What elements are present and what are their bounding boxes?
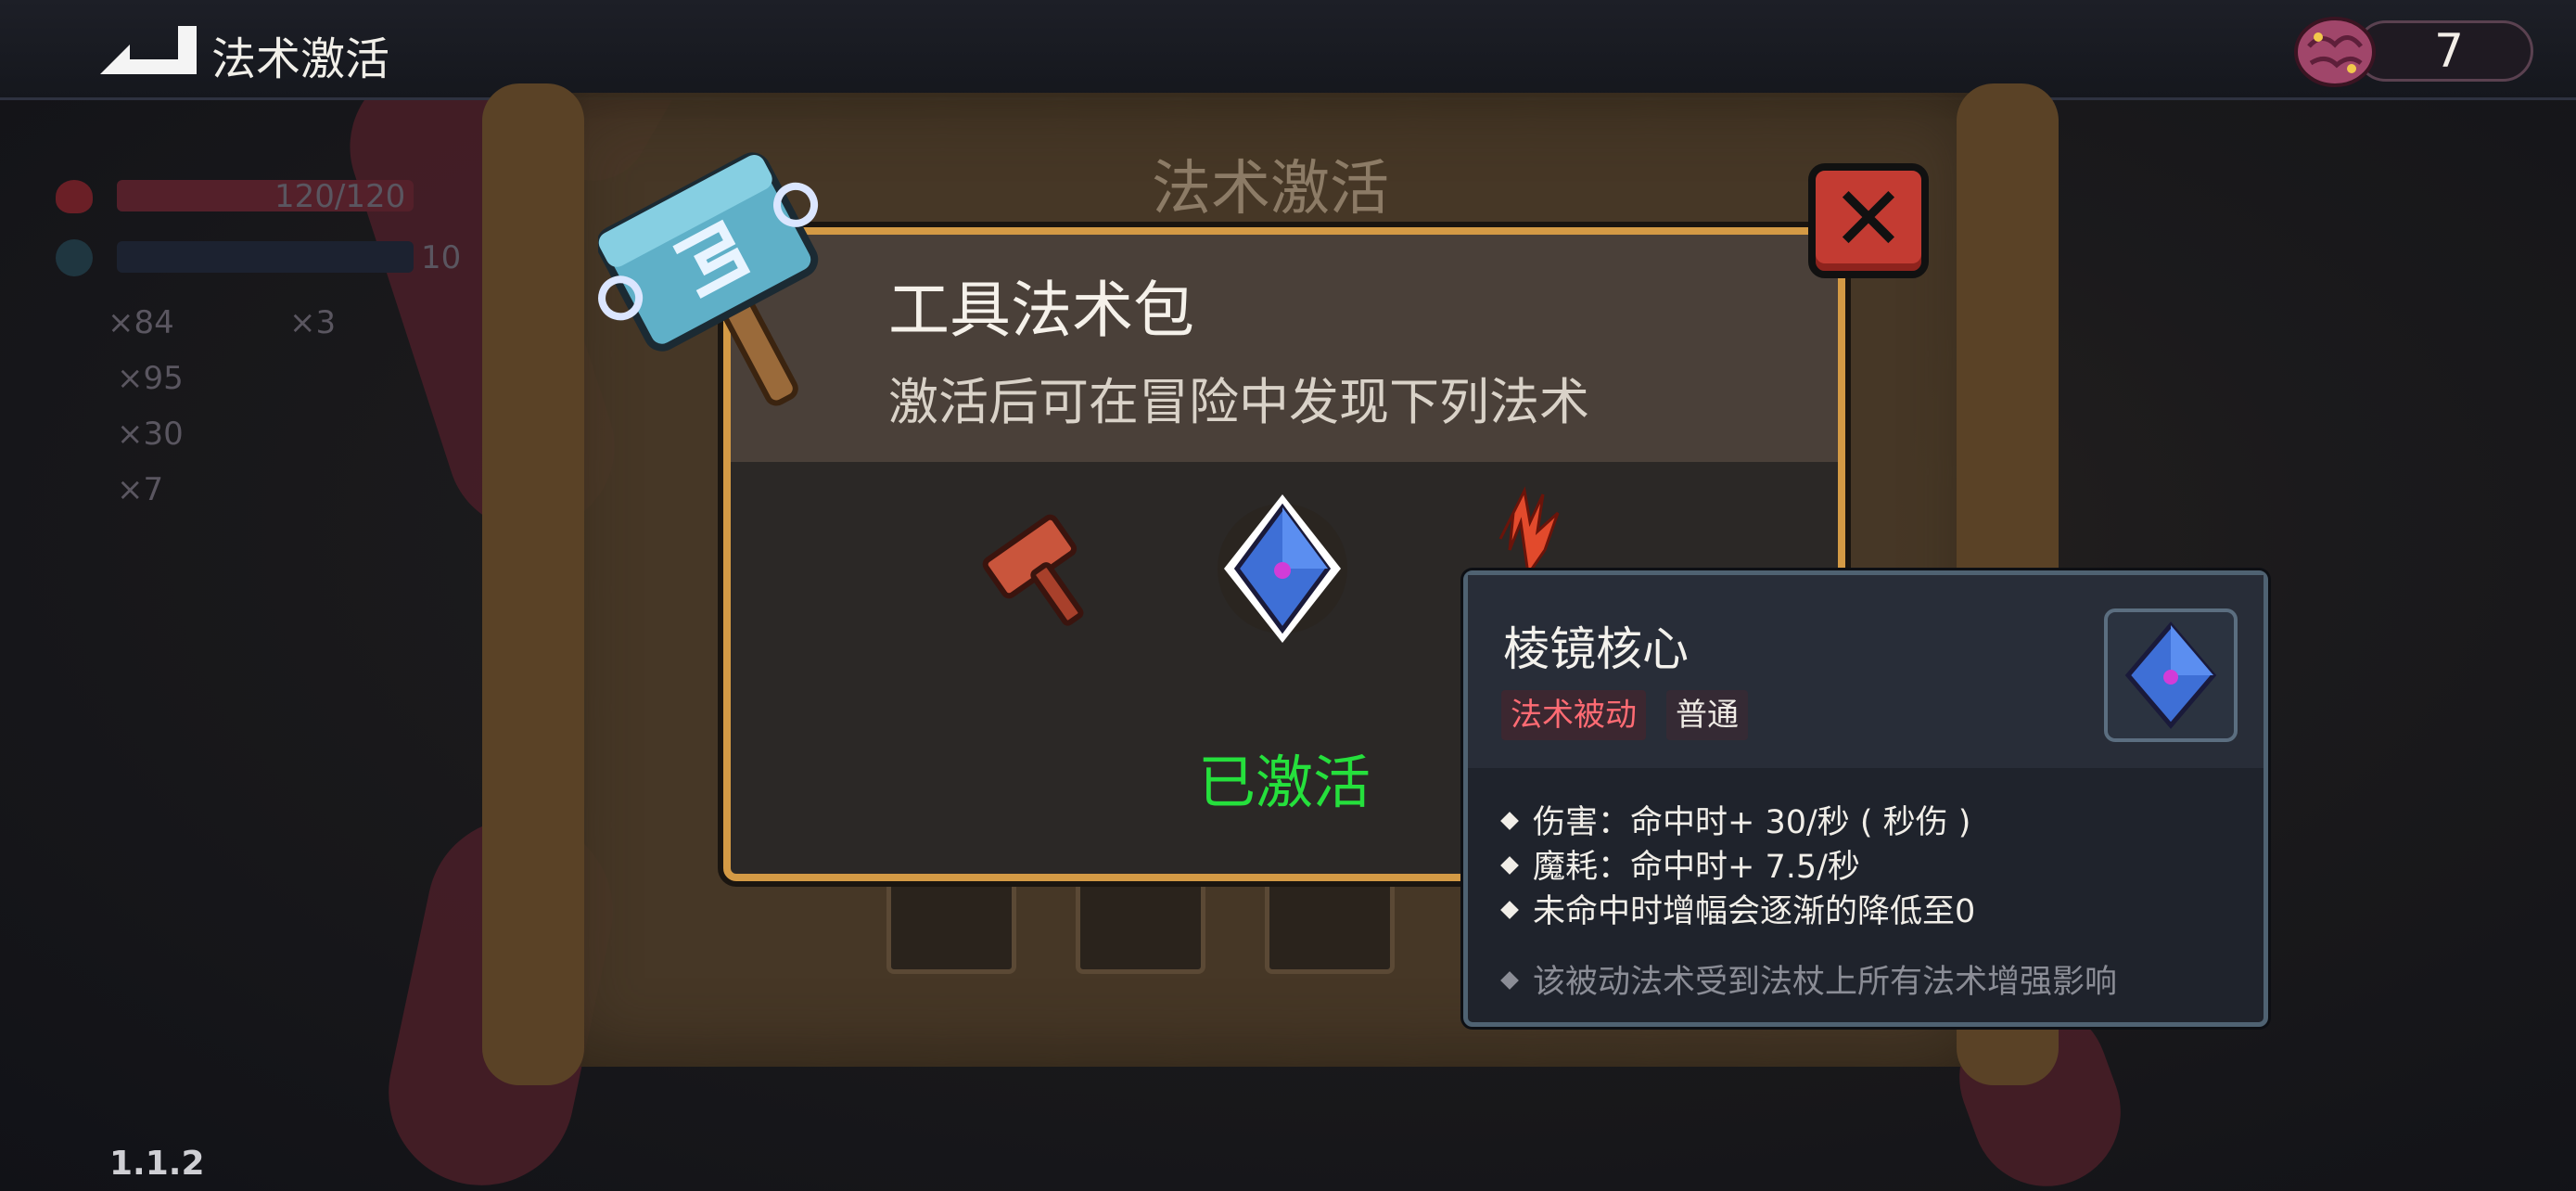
back-arrow-icon[interactable] bbox=[93, 20, 204, 80]
hp-text: 120/120 bbox=[274, 178, 406, 215]
spell-tooltip: 棱镜核心 法术被动 普通 伤害：命中时+ 30/秒 ( 秒伤 ) 魔耗：命中时+… bbox=[1463, 570, 2268, 1027]
brain-count: ×7 bbox=[117, 471, 164, 508]
prism-core-spell-icon[interactable] bbox=[1213, 485, 1352, 652]
pack-description: 激活后可在冒险中发现下列法术 bbox=[888, 373, 1589, 431]
mana-orb-icon bbox=[56, 239, 93, 276]
stat-damage: 伤害：命中时+ 30/秒 ( 秒伤 ) bbox=[1500, 796, 1970, 843]
mp-text: 10 bbox=[421, 239, 462, 276]
red-burst-spell-icon[interactable] bbox=[1473, 485, 1584, 578]
hud-hp-bar: 120/120 bbox=[56, 178, 414, 215]
brain-currency-icon bbox=[2294, 17, 2376, 87]
spell-rarity-tag: 普通 bbox=[1666, 690, 1748, 740]
spell-type-tag: 法术被动 bbox=[1501, 690, 1646, 740]
coin-count: ×84 bbox=[108, 304, 174, 341]
meat-count: ×30 bbox=[117, 416, 184, 453]
close-button[interactable]: ✕ bbox=[1808, 163, 1929, 278]
dialog-header: 工具法术包 激活后可在冒险中发现下列法术 bbox=[731, 235, 1838, 462]
close-x-icon: ✕ bbox=[1830, 167, 1906, 271]
hud-mp-bar: 10 bbox=[56, 237, 461, 276]
version-label: 1.1.2 bbox=[109, 1145, 205, 1183]
tooltip-header: 棱镜核心 法术被动 普通 bbox=[1468, 575, 2264, 768]
scroll-roll-left bbox=[482, 83, 584, 1085]
red-hammer-spell-icon[interactable] bbox=[972, 504, 1111, 643]
stat-decay: 未命中时增幅会逐渐的降低至0 bbox=[1500, 885, 1975, 932]
spell-name: 棱镜核心 bbox=[1503, 622, 1689, 676]
pack-name: 工具法术包 bbox=[888, 275, 1194, 346]
hammer-pack-icon bbox=[598, 152, 819, 406]
key-count: ×3 bbox=[289, 304, 337, 341]
currency-display: 7 bbox=[2290, 13, 2533, 87]
tooltip-note: 该被动法术受到法杖上所有法术增强影响 bbox=[1500, 955, 2117, 1003]
top-title: 法术激活 bbox=[211, 33, 390, 85]
prism-core-thumb-icon bbox=[2104, 608, 2238, 742]
stat-mana-cost: 魔耗：命中时+ 7.5/秒 bbox=[1500, 840, 1860, 888]
currency-value: 7 bbox=[2434, 24, 2464, 78]
heart-icon bbox=[56, 180, 93, 213]
crystal-count: ×95 bbox=[117, 360, 184, 397]
